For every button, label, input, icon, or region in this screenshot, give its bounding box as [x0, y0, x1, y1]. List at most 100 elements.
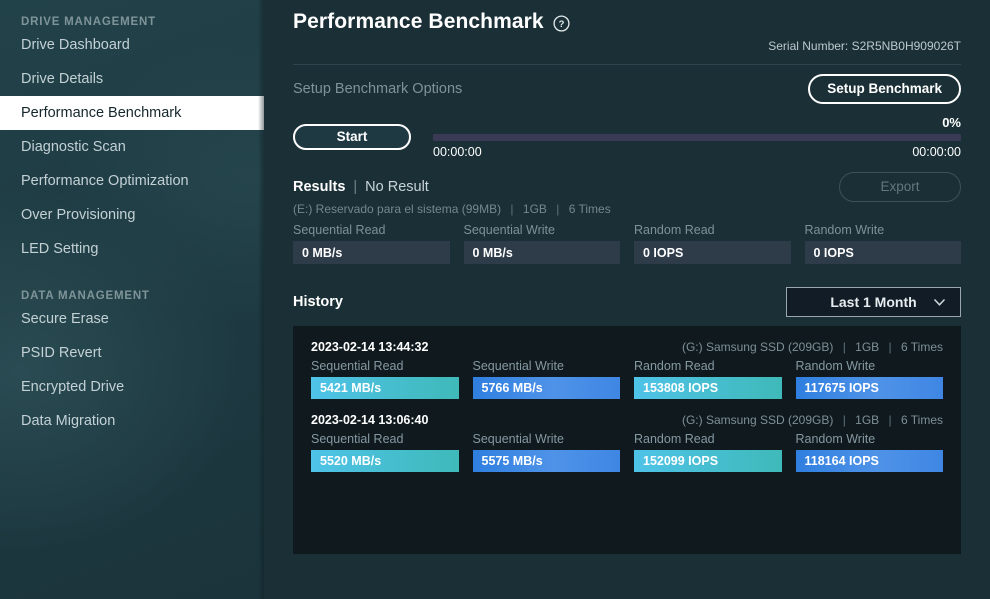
sidebar-item-label: LED Setting	[21, 241, 99, 257]
sidebar-item-over-provisioning[interactable]: Over Provisioning	[0, 198, 264, 232]
sidebar-group-title: DATA MANAGEMENT	[21, 290, 150, 302]
sidebar-item-label: Performance Benchmark	[21, 105, 182, 121]
results-metric: Random Write 0 IOPS	[804, 223, 961, 264]
results-meta: (E:) Reservado para el sistema (99MB) | …	[293, 202, 961, 216]
sidebar-item-performance-benchmark[interactable]: Performance Benchmark	[0, 96, 264, 130]
history-metric-grid: Sequential Read 5421 MB/s Sequential Wri…	[311, 359, 943, 399]
results-times: 6 Times	[568, 202, 611, 216]
metric-label: Sequential Read	[311, 432, 404, 446]
sidebar-group-drive-management: DRIVE MANAGEMENT Drive Dashboard Drive D…	[0, 0, 264, 266]
metric-label: Sequential Write	[463, 223, 556, 237]
sidebar-item-label: Drive Dashboard	[21, 37, 130, 53]
sidebar-item-data-migration[interactable]: Data Migration	[0, 404, 264, 438]
export-button[interactable]: Export	[839, 172, 961, 202]
question-circle-icon[interactable]: ?	[553, 15, 570, 32]
sidebar-group-data-management: DATA MANAGEMENT Secure Erase PSID Revert…	[0, 290, 264, 438]
metric-label: Random Write	[795, 432, 876, 446]
history-entry-date: 2023-02-14 13:44:32	[311, 340, 429, 354]
progress-percent: 0%	[942, 115, 961, 130]
results-size: 1GB	[522, 202, 547, 216]
setup-benchmark-row: Setup Benchmark Options Setup Benchmark	[293, 65, 961, 113]
history-entry-drive: (G:) Samsung SSD (209GB)	[681, 340, 834, 354]
meta-separator: |	[888, 413, 892, 427]
history-metric: Sequential Read 5421 MB/s	[311, 359, 459, 399]
sidebar-item-label: Secure Erase	[21, 311, 109, 327]
sidebar-item-secure-erase[interactable]: Secure Erase	[0, 302, 264, 336]
history-entry-times: 6 Times	[900, 413, 943, 427]
total-time: 00:00:00	[912, 145, 961, 159]
meta-separator: |	[842, 340, 846, 354]
progress-area: 0% 00:00:00 00:00:00	[433, 116, 961, 159]
setup-benchmark-button[interactable]: Setup Benchmark	[808, 74, 961, 104]
sidebar-item-label: Over Provisioning	[21, 207, 136, 223]
sidebar-item-label: Encrypted Drive	[21, 379, 125, 395]
history-metric: Random Write 117675 IOPS	[795, 359, 943, 399]
metric-value: 0 MB/s	[293, 241, 450, 264]
sidebar-item-label: Performance Optimization	[21, 173, 189, 189]
main-content: Performance Benchmark ? Serial Number: S…	[264, 0, 990, 599]
setup-benchmark-label: Setup Benchmark Options	[293, 81, 463, 97]
results-status: No Result	[365, 179, 429, 195]
sidebar-item-drive-details[interactable]: Drive Details	[0, 62, 264, 96]
results-metric: Sequential Read 0 MB/s	[293, 223, 450, 264]
page-title: Performance Benchmark	[293, 10, 544, 33]
results-metric: Sequential Write 0 MB/s	[463, 223, 620, 264]
sidebar-item-encrypted-drive[interactable]: Encrypted Drive	[0, 370, 264, 404]
metric-label: Random Read	[634, 432, 715, 446]
results-meta-separator: |	[556, 202, 560, 216]
metric-label: Random Read	[634, 223, 715, 237]
metric-value-bar: 5520 MB/s	[311, 450, 459, 472]
meta-separator: |	[842, 413, 846, 427]
history-metric: Sequential Write 5575 MB/s	[472, 432, 620, 472]
progress-bar	[433, 134, 961, 141]
history-entry-size: 1GB	[855, 413, 880, 427]
metric-value-bar: 5766 MB/s	[472, 377, 620, 399]
elapsed-time: 00:00:00	[433, 145, 482, 159]
sidebar-item-diagnostic-scan[interactable]: Diagnostic Scan	[0, 130, 264, 164]
results-meta-separator: |	[510, 202, 514, 216]
sidebar-item-label: Diagnostic Scan	[21, 139, 126, 155]
results-drive: (E:) Reservado para el sistema (99MB)	[293, 202, 502, 216]
history-title: History	[293, 294, 343, 310]
history-entry[interactable]: 2023-02-14 13:44:32 (G:) Samsung SSD (20…	[311, 340, 943, 399]
sidebar-item-label: PSID Revert	[21, 345, 102, 361]
results-section: Results | No Result Export (E:) Reservad…	[293, 172, 961, 264]
history-entry[interactable]: 2023-02-14 13:06:40 (G:) Samsung SSD (20…	[311, 413, 943, 472]
history-section: History Last 1 Month 2023-02-14 13:44:32	[293, 286, 961, 554]
results-separator: |	[353, 179, 358, 195]
history-metric-grid: Sequential Read 5520 MB/s Sequential Wri…	[311, 432, 943, 472]
sidebar-item-psid-revert[interactable]: PSID Revert	[0, 336, 264, 370]
metric-label: Random Write	[804, 223, 885, 237]
sidebar-item-performance-optimization[interactable]: Performance Optimization	[0, 164, 264, 198]
metric-value-bar: 152099 IOPS	[634, 450, 782, 472]
start-button[interactable]: Start	[293, 124, 411, 150]
metric-label: Sequential Write	[472, 432, 565, 446]
history-metric: Random Read 152099 IOPS	[634, 432, 782, 472]
history-panel: 2023-02-14 13:44:32 (G:) Samsung SSD (20…	[293, 326, 961, 554]
history-entry-header: 2023-02-14 13:06:40 (G:) Samsung SSD (20…	[311, 413, 943, 427]
benchmark-run-row: Start 0% 00:00:00 00:00:00	[293, 116, 961, 159]
metric-value-bar: 5575 MB/s	[472, 450, 620, 472]
history-entry-header: 2023-02-14 13:44:32 (G:) Samsung SSD (20…	[311, 340, 943, 354]
history-entry-meta: (G:) Samsung SSD (209GB) | 1GB | 6 Times	[682, 340, 943, 354]
app-window: DRIVE MANAGEMENT Drive Dashboard Drive D…	[0, 0, 990, 599]
sidebar-group-title: DRIVE MANAGEMENT	[21, 16, 156, 28]
history-metric: Random Read 153808 IOPS	[634, 359, 782, 399]
page-header: Performance Benchmark ?	[293, 0, 961, 34]
results-metric: Random Read 0 IOPS	[634, 223, 791, 264]
history-metric: Sequential Read 5520 MB/s	[311, 432, 459, 472]
metric-value: 0 MB/s	[463, 241, 620, 264]
sidebar-item-drive-dashboard[interactable]: Drive Dashboard	[0, 28, 264, 62]
metric-label: Sequential Read	[311, 359, 404, 373]
metric-value-bar: 117675 IOPS	[795, 377, 943, 399]
history-header: History Last 1 Month	[293, 286, 961, 318]
progress-times: 00:00:00 00:00:00	[433, 145, 961, 159]
results-title-line: Results | No Result	[293, 179, 429, 195]
metric-label: Random Read	[634, 359, 715, 373]
history-period-select[interactable]: Last 1 Month	[786, 287, 961, 317]
metric-value: 0 IOPS	[634, 241, 791, 264]
svg-text:?: ?	[558, 19, 564, 30]
history-entry-meta: (G:) Samsung SSD (209GB) | 1GB | 6 Times	[682, 413, 943, 427]
sidebar-item-led-setting[interactable]: LED Setting	[0, 232, 264, 266]
meta-separator: |	[888, 340, 892, 354]
